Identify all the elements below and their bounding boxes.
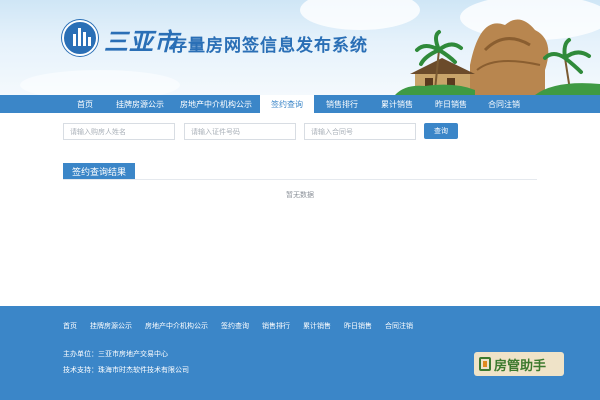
main-nav: 首页 挂牌房源公示 房地产中介机构公示 签约查询 销售排行 累计销售 昨日销售 … xyxy=(0,95,600,113)
house-manager-icon xyxy=(479,357,491,371)
footer-link-sales-ranking[interactable]: 销售排行 xyxy=(262,321,290,331)
footer-link-contract-cancel[interactable]: 合同注销 xyxy=(385,321,413,331)
footer-link-contract-query[interactable]: 签约查询 xyxy=(221,321,249,331)
footer-link-listings[interactable]: 挂牌房源公示 xyxy=(90,321,132,331)
nav-item-sales-ranking[interactable]: 销售排行 xyxy=(314,95,370,113)
footer-links: 首页 挂牌房源公示 房地产中介机构公示 签约查询 销售排行 累计销售 昨日销售 … xyxy=(63,321,413,331)
city-logo-icon xyxy=(62,20,98,56)
tropical-scene-illustration xyxy=(395,19,600,95)
section-divider xyxy=(63,179,537,180)
footer-link-cumulative-sales[interactable]: 累计销售 xyxy=(303,321,331,331)
search-button[interactable]: 查询 xyxy=(424,123,458,139)
footer-link-yesterday-sales[interactable]: 昨日销售 xyxy=(344,321,372,331)
results-section-title: 签约查询结果 xyxy=(63,163,136,179)
nav-item-yesterday-sales[interactable]: 昨日销售 xyxy=(424,95,478,113)
id-number-input[interactable] xyxy=(184,123,296,140)
nav-item-contract-query[interactable]: 签约查询 xyxy=(260,95,314,113)
city-name: 三亚市 xyxy=(104,27,179,56)
nav-item-contract-cancel[interactable]: 合同注销 xyxy=(478,95,530,113)
nav-item-cumulative-sales[interactable]: 累计销售 xyxy=(370,95,424,113)
watermark-badge: 房管助手 xyxy=(474,352,564,376)
contract-number-input[interactable] xyxy=(304,123,416,140)
nav-item-agencies[interactable]: 房地产中介机构公示 xyxy=(172,95,260,113)
footer-organizer: 主办单位：三亚市房地产交易中心 xyxy=(63,350,168,358)
footer-link-agencies[interactable]: 房地产中介机构公示 xyxy=(145,321,208,331)
nav-item-home[interactable]: 首页 xyxy=(62,95,108,113)
footer-tech-support: 技术支持：珠海市时杰软件技术有限公司 xyxy=(63,366,189,374)
nav-item-listings[interactable]: 挂牌房源公示 xyxy=(108,95,172,113)
header-banner: 三亚市 存量房网签信息发布系统 xyxy=(0,0,600,95)
watermark-text: 房管助手 xyxy=(494,358,547,374)
system-title: 存量房网签信息发布系统 xyxy=(170,36,368,56)
empty-state-text: 暂无数据 xyxy=(286,191,314,199)
footer-link-home[interactable]: 首页 xyxy=(63,321,77,331)
buyer-name-input[interactable] xyxy=(63,123,175,140)
